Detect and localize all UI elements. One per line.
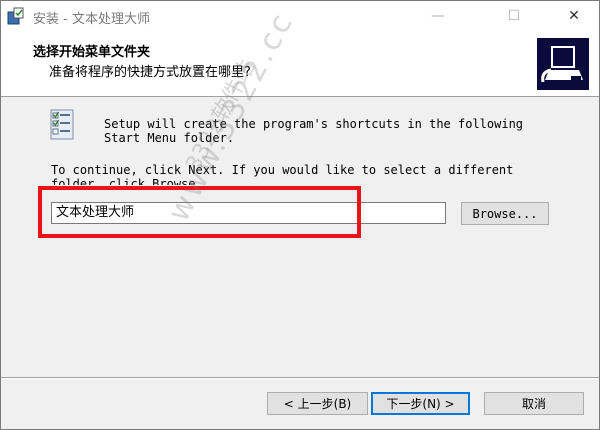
next-button[interactable]: 下一步(N) > — [371, 392, 470, 415]
title-bar: 安装 - 文本处理大师 — ☐ ✕ — [1, 1, 599, 31]
footer-separator — [1, 377, 599, 379]
instruction-text-line-1: To continue, click Next. If you would li… — [51, 163, 514, 177]
installer-icon — [7, 7, 24, 25]
page-title: 选择开始菜单文件夹 — [33, 45, 151, 60]
setup-computer-logo — [535, 36, 591, 92]
installer-window: 安装 - 文本处理大师 — ☐ ✕ 选择开始菜单文件夹 准备将程序的快捷方式放置… — [0, 0, 600, 430]
start-menu-checklist-icon — [50, 109, 74, 140]
cancel-button[interactable]: 取消 — [484, 392, 584, 415]
close-button[interactable]: ✕ — [551, 1, 597, 31]
minimize-button[interactable]: — — [415, 1, 461, 31]
browse-button[interactable]: Browse... — [461, 202, 549, 225]
wizard-header: 选择开始菜单文件夹 准备将程序的快捷方式放置在哪里? — [1, 31, 599, 97]
back-button[interactable]: < 上一步(B) — [267, 392, 368, 415]
maximize-button[interactable]: ☐ — [491, 1, 537, 31]
window-title: 安装 - 文本处理大师 — [33, 12, 150, 27]
intro-text-line-1: Setup will create the program's shortcut… — [104, 117, 524, 131]
